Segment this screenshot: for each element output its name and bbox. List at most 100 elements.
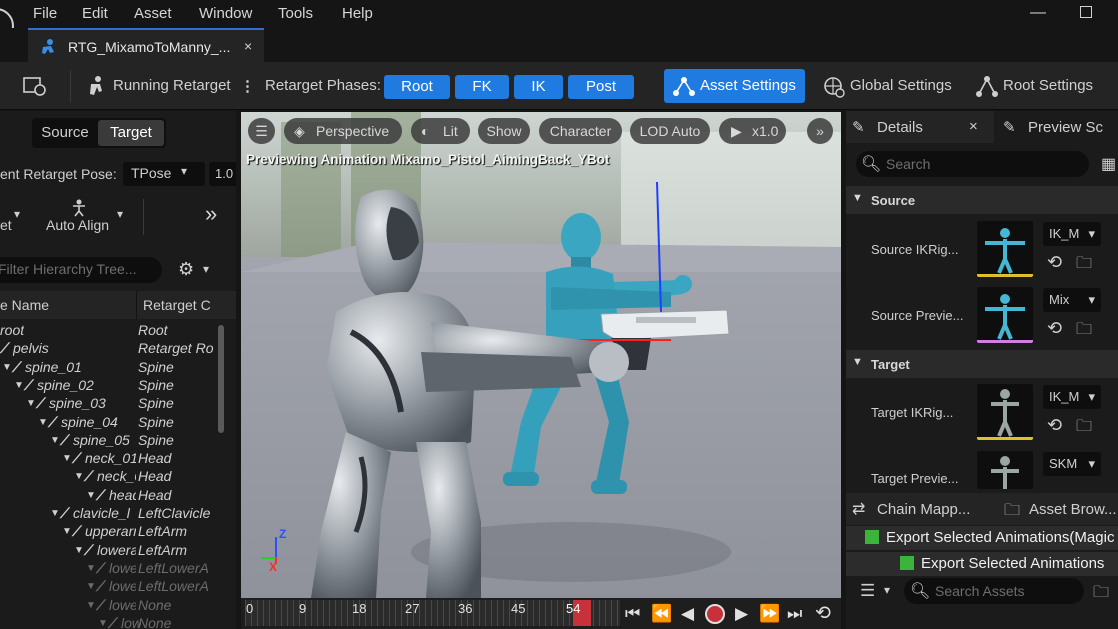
step-back-icon[interactable]: ⏪ xyxy=(651,604,672,624)
tree-row[interactable]: ▼ ⟋ neck_01 Head xyxy=(0,450,220,468)
asset-browser-tab[interactable]: Asset Brow... xyxy=(1029,501,1117,518)
target-preview-thumbnail[interactable] xyxy=(977,451,1033,489)
expand-arrow-icon[interactable]: ▼ xyxy=(2,362,12,373)
details-tab[interactable]: ✎ Details × xyxy=(846,111,994,143)
expand-icon[interactable]: » xyxy=(205,201,217,227)
details-search-input[interactable]: 🔍︎ Search xyxy=(856,151,1089,177)
auto-align-button[interactable]: Auto Align xyxy=(46,217,109,233)
running-retarget-label[interactable]: Running Retarget xyxy=(113,77,231,94)
show-button[interactable]: Show xyxy=(478,118,530,144)
menu-asset[interactable]: Asset xyxy=(134,5,172,22)
asset-settings-button[interactable]: Asset Settings xyxy=(664,69,805,103)
chain-mapping-tab[interactable]: Chain Mapp... xyxy=(877,501,970,518)
tree-row[interactable]: ▼⟋loweraLeftLowerA xyxy=(0,560,220,578)
use-selected-icon[interactable]: ⟲ xyxy=(1047,252,1062,273)
tree-scrollbar[interactable] xyxy=(218,325,224,433)
tree-row[interactable]: ▼ ⟋ clavicle_l LeftClavicle xyxy=(0,505,220,523)
retarget-pose-dropdown[interactable]: TPose ▾ xyxy=(123,162,205,186)
phase-post-button[interactable]: Post xyxy=(568,75,634,99)
target-preview-combo[interactable]: SKM ▾ xyxy=(1043,452,1101,476)
phase-fk-button[interactable]: FK xyxy=(455,75,509,99)
tree-row[interactable]: ▼⟋loweraLeftLowerA xyxy=(0,578,220,596)
tree-row[interactable]: ▼ ⟋ spine_05 Spine xyxy=(0,432,220,450)
tree-row[interactable]: ▼ ⟋ spine_04 Spine xyxy=(0,414,220,432)
filter-hierarchy-input[interactable]: Filter Hierarchy Tree... xyxy=(0,257,162,283)
source-ikrig-thumbnail[interactable] xyxy=(977,221,1033,277)
lit-button[interactable]: ◐ Lit xyxy=(411,118,470,144)
expand-arrow-icon[interactable]: ▼ xyxy=(62,453,72,464)
tree-row[interactable]: ▼ ⟋ spine_03 Spine xyxy=(0,395,220,413)
root-settings-label[interactable]: Root Settings xyxy=(1003,77,1093,94)
browse-asset-icon[interactable]: 🗀︎ xyxy=(1076,415,1092,442)
expand-arrow-icon[interactable]: ▼ xyxy=(74,471,84,482)
column-bone-name[interactable]: e Name xyxy=(0,297,49,313)
global-settings-label[interactable]: Global Settings xyxy=(850,77,952,94)
browse-asset-icon[interactable]: 🗀︎ xyxy=(1076,252,1092,279)
source-ikrig-combo[interactable]: IK_M ▾ xyxy=(1043,222,1101,246)
column-retarget-chain[interactable]: Retarget C xyxy=(143,297,211,313)
menu-edit[interactable]: Edit xyxy=(82,5,108,22)
tree-row[interactable]: ▼⟋loweraNone xyxy=(0,597,220,615)
phase-ik-button[interactable]: IK xyxy=(514,75,563,99)
viewport[interactable]: Z X ☰ ◈ Perspective ◐ Lit Show Character… xyxy=(241,112,841,598)
expand-arrow-icon[interactable]: ▼ xyxy=(98,618,108,629)
expand-arrow-icon[interactable]: ▼ xyxy=(14,380,24,391)
play-forward-icon[interactable]: ▶ xyxy=(735,604,748,624)
tree-row[interactable]: ▼⟋neck_02Head xyxy=(0,468,220,486)
folder-icon[interactable]: 🗀︎ xyxy=(1093,581,1109,608)
record-icon[interactable] xyxy=(705,604,725,624)
save-asset-icon[interactable] xyxy=(23,75,49,99)
browse-asset-icon[interactable]: 🗀︎ xyxy=(1076,318,1092,345)
target-ikrig-thumbnail[interactable] xyxy=(977,384,1033,440)
target-ikrig-combo[interactable]: IK_M ▾ xyxy=(1043,385,1101,409)
close-tab-icon[interactable]: × xyxy=(969,118,978,135)
step-forward-icon[interactable]: ⏩ xyxy=(759,604,780,624)
loop-icon[interactable]: ⟲ xyxy=(815,602,831,625)
source-preview-thumbnail[interactable] xyxy=(977,287,1033,343)
gear-icon[interactable]: ⚙ xyxy=(178,259,194,280)
target-section-header[interactable]: ▼ Target xyxy=(846,350,1118,378)
jump-to-end-icon[interactable]: ⏭ xyxy=(787,604,802,624)
maximize-icon[interactable] xyxy=(1080,6,1092,18)
phase-root-button[interactable]: Root xyxy=(384,75,450,99)
jump-to-start-icon[interactable]: ⏮ xyxy=(625,604,640,624)
menu-window[interactable]: Window xyxy=(199,5,252,22)
viewport-menu-button[interactable]: ☰ xyxy=(248,118,275,144)
use-selected-icon[interactable]: ⟲ xyxy=(1047,318,1062,339)
tree-row[interactable]: root Root xyxy=(0,322,220,340)
expand-arrow-icon[interactable]: ▼ xyxy=(86,581,96,592)
table-view-icon[interactable]: ▦ xyxy=(1101,154,1116,174)
expand-arrow-icon[interactable]: ▼ xyxy=(62,526,72,537)
expand-arrow-icon[interactable]: ▼ xyxy=(86,600,96,611)
viewport-expand-button[interactable]: » xyxy=(807,118,833,144)
expand-arrow-icon[interactable]: ▼ xyxy=(74,545,84,556)
tree-row[interactable]: ▼⟋loweraNone xyxy=(0,615,220,629)
menu-tools[interactable]: Tools xyxy=(278,5,313,22)
tree-row[interactable]: ▼⟋headHead xyxy=(0,487,220,505)
export-magic-button[interactable]: Export Selected Animations(Magic I xyxy=(846,526,1118,570)
tree-row[interactable]: ▼⟋pelvisRetarget Ro xyxy=(0,340,220,358)
more-options-icon[interactable]: ⋮ xyxy=(240,77,255,95)
chevron-down-icon[interactable]: ▾ xyxy=(203,262,209,276)
close-tab-icon[interactable]: × xyxy=(244,38,252,54)
play-reverse-icon[interactable]: ◀ xyxy=(681,604,694,624)
export-selected-animations-button[interactable]: Export Selected Animations xyxy=(846,552,1118,576)
filter-icon[interactable]: ☰ xyxy=(860,581,875,601)
search-assets-input[interactable]: 🔍︎ Search Assets xyxy=(904,578,1084,604)
tree-row[interactable]: ▼⟋upperarmLeftArm xyxy=(0,523,220,541)
chevron-down-icon[interactable]: ▾ xyxy=(884,583,890,597)
menu-file[interactable]: File xyxy=(33,5,57,22)
tree-row[interactable]: ▼⟋lowerarLeftArm xyxy=(0,542,220,560)
expand-arrow-icon[interactable]: ▼ xyxy=(26,398,36,409)
chevron-down-icon[interactable]: ▾ xyxy=(14,207,20,221)
expand-arrow-icon[interactable]: ▼ xyxy=(50,435,60,446)
minimize-icon[interactable]: — xyxy=(1030,4,1046,22)
source-preview-combo[interactable]: Mix ▾ xyxy=(1043,288,1101,312)
lod-button[interactable]: LOD Auto xyxy=(630,118,710,144)
chevron-down-icon[interactable]: ▾ xyxy=(117,207,123,221)
reset-button-label[interactable]: et xyxy=(0,217,12,233)
expand-arrow-icon[interactable]: ▼ xyxy=(86,563,96,574)
menu-help[interactable]: Help xyxy=(342,5,373,22)
character-button[interactable]: Character xyxy=(539,118,622,144)
use-selected-icon[interactable]: ⟲ xyxy=(1047,415,1062,436)
